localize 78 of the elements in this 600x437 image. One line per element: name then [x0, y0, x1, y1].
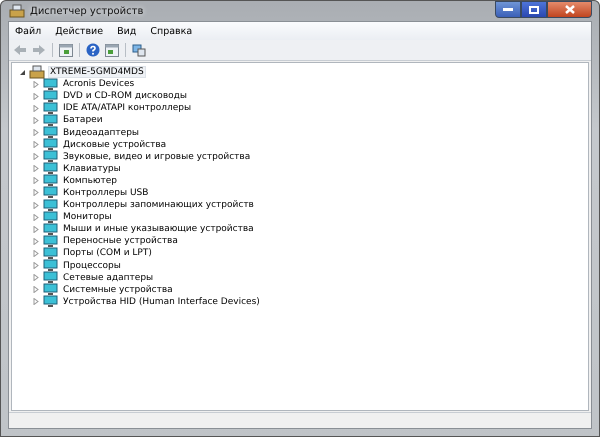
- maximize-icon: [529, 6, 539, 14]
- close-icon: [564, 5, 574, 14]
- forward-arrow-icon[interactable]: [32, 44, 46, 56]
- tree-item[interactable]: Порты (COM и LPT): [61, 247, 154, 260]
- monitor-icon: [43, 138, 58, 152]
- tree-item[interactable]: Дисковые устройства: [61, 138, 168, 151]
- expand-arrow-icon[interactable]: [32, 286, 40, 294]
- window-panel-icon[interactable]: [59, 44, 73, 56]
- monitor-icon: [43, 126, 58, 140]
- help-icon[interactable]: [86, 43, 100, 57]
- monitor-icon: [43, 271, 58, 284]
- tree-item[interactable]: Процессоры: [61, 260, 123, 272]
- expand-arrow-icon[interactable]: [32, 189, 40, 196]
- monitor-icon: [43, 198, 58, 212]
- menu-item[interactable]: Вид: [117, 26, 136, 36]
- tree-item[interactable]: Батареи: [61, 114, 105, 126]
- expand-arrow-icon[interactable]: [32, 141, 40, 148]
- expand-arrow-icon[interactable]: [32, 238, 40, 245]
- monitor-icon: [43, 222, 58, 236]
- close-button[interactable]: [547, 1, 592, 18]
- monitor-icon: [43, 186, 58, 200]
- monitor-icon: [43, 210, 58, 224]
- monitor-icon: [43, 295, 58, 308]
- tree-item[interactable]: Видеоадаптеры: [61, 126, 142, 139]
- tree-item[interactable]: Системные устройства: [61, 284, 175, 296]
- expand-arrow-icon[interactable]: [32, 214, 40, 221]
- expand-arrow-icon[interactable]: [32, 165, 40, 172]
- monitor-icon: [43, 102, 58, 115]
- tree-item[interactable]: Устройства HID (Human Interface Devices): [61, 296, 262, 308]
- tree-item[interactable]: Мыши и иные указывающие устройства: [61, 223, 256, 236]
- tree-item[interactable]: Acronis Devices: [61, 78, 136, 90]
- monitor-icon: [43, 246, 58, 260]
- expand-arrow-icon[interactable]: [32, 153, 40, 160]
- tree-item[interactable]: Сетевые адаптеры: [61, 272, 156, 284]
- tree-item[interactable]: Мониторы: [61, 211, 114, 224]
- menu-item[interactable]: Файл: [15, 26, 42, 36]
- expand-arrow-icon[interactable]: [32, 92, 40, 100]
- tree-item[interactable]: Контроллеры USB: [61, 186, 150, 199]
- monitor-icon: [43, 283, 58, 296]
- tree-item[interactable]: DVD и CD-ROM дисководы: [61, 90, 189, 102]
- expand-arrow-icon[interactable]: [32, 298, 40, 306]
- monitor-icon: [43, 259, 58, 272]
- computer-icon: [9, 4, 25, 18]
- expand-arrow-icon[interactable]: [32, 262, 40, 270]
- scan-monitor-icon[interactable]: [132, 43, 146, 57]
- window-title: Диспетчер устройств: [30, 6, 144, 16]
- back-arrow-icon[interactable]: [13, 44, 27, 56]
- monitor-icon: [43, 114, 58, 127]
- tree-item[interactable]: Звуковые, видео и игровые устройства: [61, 150, 252, 163]
- expand-arrow-icon[interactable]: [32, 226, 40, 233]
- collapse-arrow-icon[interactable]: [18, 68, 26, 76]
- expand-arrow-icon[interactable]: [32, 177, 40, 184]
- expand-arrow-icon[interactable]: [32, 129, 40, 136]
- expand-arrow-icon[interactable]: [32, 202, 40, 209]
- tree-item[interactable]: IDE ATA/ATAPI контроллеры: [61, 102, 194, 114]
- monitor-icon: [43, 78, 58, 91]
- monitor-icon: [43, 150, 58, 164]
- tree-item[interactable]: Клавиатуры: [61, 162, 123, 175]
- tree-item[interactable]: XTREME-5GMD4MDS: [48, 66, 146, 78]
- minimize-icon: [503, 8, 513, 12]
- tree-item[interactable]: Переносные устройства: [61, 235, 180, 248]
- window-panel-icon[interactable]: [105, 44, 119, 56]
- expand-arrow-icon[interactable]: [32, 250, 40, 257]
- menu-item[interactable]: Действие: [55, 26, 104, 36]
- minimize-button[interactable]: [495, 1, 521, 18]
- tree-item[interactable]: Контроллеры запоминающих устройств: [61, 199, 256, 212]
- expand-arrow-icon[interactable]: [32, 104, 40, 112]
- computer-icon: [29, 65, 45, 80]
- monitor-icon: [43, 162, 58, 176]
- tree-item[interactable]: Компьютер: [61, 174, 119, 187]
- maximize-button[interactable]: [521, 1, 547, 18]
- monitor-icon: [43, 90, 58, 103]
- expand-arrow-icon[interactable]: [32, 116, 40, 124]
- monitor-icon: [43, 234, 58, 248]
- expand-arrow-icon[interactable]: [32, 80, 40, 88]
- menu-item[interactable]: Справка: [150, 26, 192, 36]
- monitor-icon: [43, 174, 58, 188]
- expand-arrow-icon[interactable]: [32, 274, 40, 282]
